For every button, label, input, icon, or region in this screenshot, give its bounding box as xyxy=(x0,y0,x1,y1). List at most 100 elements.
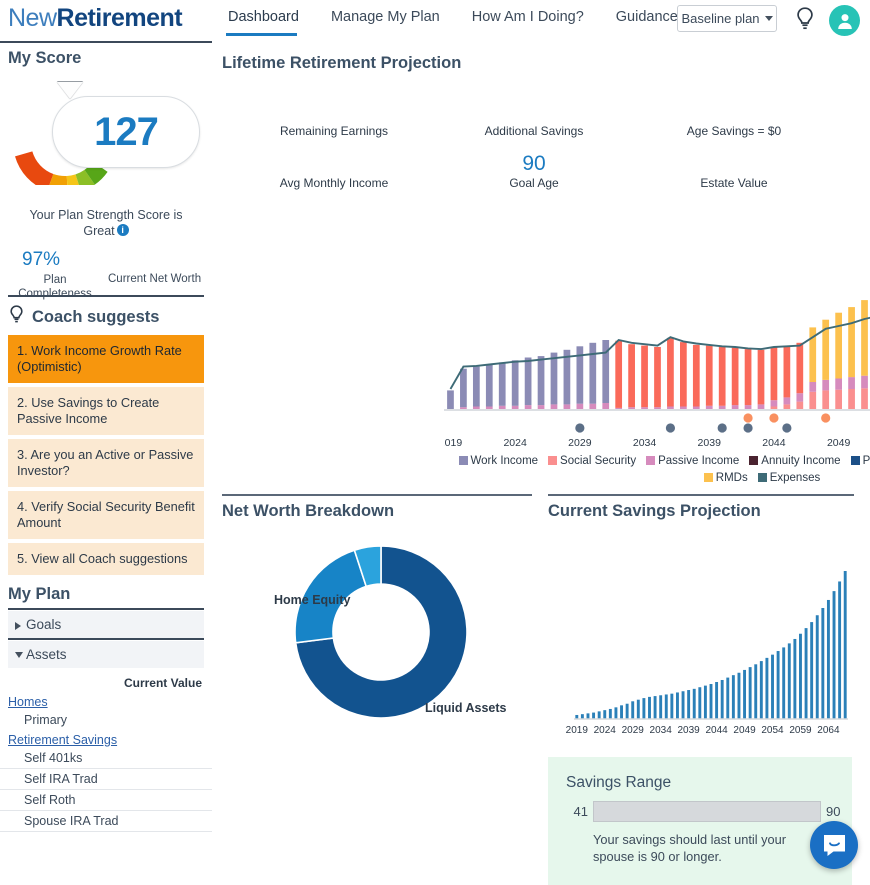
score-value: 127 xyxy=(94,109,159,154)
stat-label: Estate Value xyxy=(700,176,768,190)
savings-range-panel: Savings Range 41 90 Your savings should … xyxy=(548,757,852,885)
current-value-header: Current Value xyxy=(123,676,202,690)
legend-label: Passive Income xyxy=(658,455,740,467)
logo-part-two: Retirement xyxy=(56,4,183,32)
stat-remaining-earnings: Remaining Earnings xyxy=(234,100,434,138)
plan-completeness-value: 97% xyxy=(22,249,61,270)
chat-bubble-icon[interactable] xyxy=(810,821,858,869)
score-stats-row: 97% Plan Completeness Current Net Worth xyxy=(0,249,212,300)
plan-score-gauge: 127 xyxy=(0,80,212,194)
stat-estate-value: Estate Value xyxy=(634,152,834,190)
legend-item[interactable]: Pension Income xyxy=(850,453,870,469)
legend-label: Social Security xyxy=(560,455,637,467)
donut-label-liquid-assets: Liquid Assets xyxy=(425,701,507,715)
net-worth-title: Net Worth Breakdown xyxy=(222,502,395,520)
coach-suggestion-5[interactable]: 5. View all Coach suggestions xyxy=(8,543,204,575)
my-plan-heading: My Plan xyxy=(8,585,71,603)
info-icon[interactable]: i xyxy=(116,224,129,236)
asset-group-link[interactable]: Retirement Savings xyxy=(0,730,212,748)
savings-projection-title: Current Savings Projection xyxy=(548,502,761,520)
net-worth-donut-chart: Home Equity Liquid Assets xyxy=(274,545,507,719)
svg-text:2064: 2064 xyxy=(817,725,840,736)
svg-text:2024: 2024 xyxy=(503,437,527,449)
legend-label: Work Income xyxy=(470,455,539,467)
plan-section-goals-label: Goals xyxy=(26,617,62,632)
savings-range-track xyxy=(593,801,821,822)
stat-label: Age Savings = $0 xyxy=(686,124,782,138)
coach-lightbulb-icon xyxy=(8,304,25,330)
stat-label: Avg Monthly Income xyxy=(279,176,389,190)
stat-label: Additional Savings xyxy=(484,124,584,138)
legend-item[interactable]: RMDs xyxy=(703,470,748,486)
savings-range-min: 41 xyxy=(573,804,588,819)
projection-title: Lifetime Retirement Projection xyxy=(222,54,462,72)
projection-stats-grid: Remaining Earnings Additional Savings Age … xyxy=(224,100,864,195)
stat-label: Goal Age xyxy=(509,176,559,190)
asset-group-link[interactable]: Homes xyxy=(0,692,212,710)
stat-avg-monthly-income: Avg Monthly Income xyxy=(234,152,434,190)
svg-text:2019: 2019 xyxy=(566,725,589,736)
legend-item[interactable]: Social Security xyxy=(548,453,636,469)
sidebar: My Score 127 Your Plan Strength Score is… xyxy=(0,43,212,885)
svg-text:2029: 2029 xyxy=(568,437,592,449)
legend-swatch xyxy=(646,456,656,465)
stat-age-savings-0: Age Savings = $0 xyxy=(634,100,834,138)
chart-legend: Work Income Social Security Passive Income… xyxy=(442,452,870,486)
stat-goal-age: 90 Goal Age xyxy=(434,152,634,190)
chevron-down-icon xyxy=(15,652,23,658)
legend-item[interactable]: Annuity Income xyxy=(749,453,841,469)
svg-text:2034: 2034 xyxy=(650,725,673,736)
legend-label: RMDs xyxy=(715,472,748,484)
asset-row[interactable]: Self Roth xyxy=(0,790,212,811)
coach-heading: Coach suggests xyxy=(32,307,160,326)
legend-swatch xyxy=(757,473,767,482)
app-logo[interactable]: NewRetirement xyxy=(8,4,183,33)
legend-item[interactable]: Passive Income xyxy=(646,453,739,469)
asset-group-list: Homes Primary Retirement Savings Self 401ks… xyxy=(0,692,212,832)
svg-text:2039: 2039 xyxy=(698,437,722,449)
legend-label: Pension Income xyxy=(862,455,870,467)
legend-swatch xyxy=(548,456,558,465)
svg-text:2049: 2049 xyxy=(827,437,851,449)
legend-swatch xyxy=(749,456,759,465)
legend-swatch xyxy=(703,473,713,482)
asset-row[interactable]: Primary xyxy=(0,710,212,730)
main-content: Lifetime Retirement Projection Remaining… xyxy=(212,0,870,885)
legend-item[interactable]: Work Income xyxy=(458,453,539,469)
current-net-worth-label: Current Net Worth xyxy=(108,273,202,285)
logo-part-one: New xyxy=(8,4,57,32)
plan-section-assets[interactable]: Assets xyxy=(8,640,204,668)
plan-section-goals[interactable]: Goals xyxy=(8,610,204,638)
donut-label-home-equity: Home Equity xyxy=(274,593,350,607)
svg-text:2044: 2044 xyxy=(762,437,786,449)
svg-text:2024: 2024 xyxy=(594,725,617,736)
svg-text:2029: 2029 xyxy=(622,725,645,736)
plan-completeness-label: Plan Completeness xyxy=(18,274,92,300)
my-score-heading: My Score xyxy=(8,49,82,67)
coach-suggestion-3[interactable]: 3. Are you an Active or Passive Investor… xyxy=(8,439,204,487)
coach-suggestion-4[interactable]: 4. Verify Social Security Benefit Amount xyxy=(8,491,204,539)
asset-row[interactable]: Self 401ks xyxy=(0,748,212,769)
svg-text:2059: 2059 xyxy=(789,725,812,736)
svg-text:2034: 2034 xyxy=(633,437,657,449)
savings-range-max: 90 xyxy=(826,804,841,819)
asset-row[interactable]: Spouse IRA Trad xyxy=(0,811,212,832)
chevron-right-icon xyxy=(15,622,21,630)
legend-label: Annuity Income xyxy=(761,455,841,467)
stat-additional-savings: Additional Savings xyxy=(434,100,634,138)
gauge-pointer-icon xyxy=(57,82,83,99)
coach-suggestion-2[interactable]: 2. Use Savings to Create Passive Income xyxy=(8,387,204,435)
asset-row[interactable]: Self IRA Trad xyxy=(0,769,212,790)
coach-suggestion-list: 1. Work Income Growth Rate (Optimistic) 2… xyxy=(0,335,212,575)
stat-label: Remaining Earnings xyxy=(279,124,389,138)
svg-text:2044: 2044 xyxy=(705,725,728,736)
lifetime-projection-chart: 2019202420292034203920442049205420592064 xyxy=(444,300,870,449)
legend-item[interactable]: Expenses xyxy=(757,470,821,486)
legend-swatch xyxy=(850,456,860,465)
svg-text:2054: 2054 xyxy=(761,725,784,736)
score-pill: 127 xyxy=(52,96,200,168)
legend-label: Expenses xyxy=(769,472,821,484)
savings-range-title: Savings Range xyxy=(566,774,672,791)
coach-suggestion-1[interactable]: 1. Work Income Growth Rate (Optimistic) xyxy=(8,335,204,383)
stat-value: 90 xyxy=(522,152,546,175)
